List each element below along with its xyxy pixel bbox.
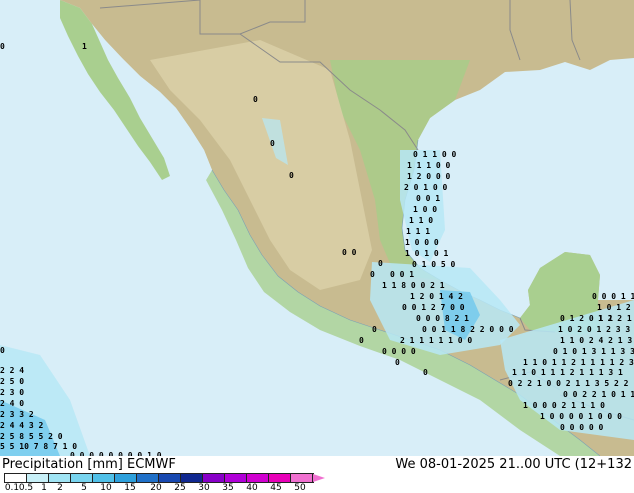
colorbar-tick-label: 2 bbox=[57, 483, 63, 493]
precip-label: 0 0 0 0 bbox=[382, 347, 416, 356]
precip-label: 2 0 1 0 0 bbox=[404, 183, 448, 192]
precip-label: 1 1 0 1 1 2 1 1 1 1 2 3 4 bbox=[523, 358, 634, 367]
colorbar-tick-label: 10 bbox=[100, 483, 112, 493]
colorbar-segment bbox=[49, 474, 71, 482]
colorbar-segment bbox=[71, 474, 93, 482]
precip-label: 1 2 0 0 0 bbox=[407, 172, 451, 181]
colorbar-segment bbox=[291, 474, 313, 482]
precip-label: 2 4 0 bbox=[0, 399, 24, 408]
precip-label: 0 bbox=[372, 325, 377, 334]
precip-label: 1 0 2 0 1 2 3 3 2 bbox=[558, 325, 634, 334]
precip-label: 0 1 0 1 3 1 1 3 3 2 bbox=[553, 347, 634, 356]
precip-label: 2 1 1 1 1 1 0 0 bbox=[400, 336, 472, 345]
precip-label: 2 3 3 2 bbox=[0, 410, 34, 419]
colorbar-tick-label: 1 bbox=[41, 483, 47, 493]
precip-label: 2 5 0 bbox=[0, 377, 24, 386]
precip-label: 0 bbox=[359, 336, 364, 345]
precip-label: 2 2 4 bbox=[0, 366, 24, 375]
precip-label: 0 bbox=[0, 42, 5, 51]
colorbar-tick-label: 0.5 bbox=[18, 483, 34, 493]
precip-label: 2 4 4 3 2 bbox=[0, 421, 44, 430]
precip-label: 1 1 0 bbox=[409, 216, 433, 225]
precip-label: 0 bbox=[253, 95, 258, 104]
precip-label: 1 2 0 1 4 2 bbox=[410, 292, 463, 301]
precip-label: 0 bbox=[370, 270, 375, 279]
precip-label: 1 1 1 bbox=[406, 227, 430, 236]
precip-label: 0 0 1 bbox=[416, 194, 440, 203]
precip-label: 0 0 1 1 8 2 2 0 0 0 bbox=[422, 325, 514, 334]
map-canvas: 0 10000 1 1 0 01 1 1 0 01 2 0 0 02 0 1 0 … bbox=[0, 0, 634, 456]
colorbar-segment bbox=[5, 474, 27, 482]
precip-label: 0 0 1 bbox=[390, 270, 414, 279]
colorbar bbox=[4, 473, 325, 483]
precip-label: 5 5 10 7 8 7 1 0 bbox=[0, 442, 77, 451]
colorbar-segment bbox=[27, 474, 49, 482]
precip-label: 1 1 0 2 4 2 1 3 2 bbox=[560, 336, 634, 345]
legend-model: ECMWF bbox=[127, 457, 176, 472]
precip-label: 0 1 0 5 0 bbox=[412, 260, 456, 269]
colorbar-tick-label: 0.1 bbox=[4, 483, 20, 493]
precip-label: 0 1 2 0 1 1 bbox=[560, 314, 613, 323]
precip-label: 0 0 2 2 1 0 1 1 bbox=[563, 390, 634, 399]
precip-label: 0 0 0 1 1 bbox=[592, 292, 634, 301]
colorbar-tick-label: 40 bbox=[246, 483, 258, 493]
colorbar-segment bbox=[269, 474, 291, 482]
colorbar-segment bbox=[115, 474, 137, 482]
precip-label: 0 bbox=[378, 259, 383, 268]
precip-label: 0 0 bbox=[342, 248, 357, 257]
legend-footer: Precipitation [mm] ECMWF We 08-01-2025 2… bbox=[0, 456, 634, 493]
colorbar-tick-label: 20 bbox=[150, 483, 162, 493]
weather-map: 010000 1 1 0 01 1 1 0 01 2 0 0 02 0 1 0 … bbox=[0, 0, 634, 456]
precip-label: 1 1 0 1 1 1 2 1 1 1 3 1 bbox=[512, 368, 623, 377]
colorbar-tick-label: 15 bbox=[124, 483, 136, 493]
precip-label: 0 2 2 1 0 0 2 1 1 3 5 2 2 bbox=[508, 379, 629, 388]
precip-label: 1 0 0 0 2 1 1 1 0 bbox=[523, 401, 605, 410]
precip-label: 0 0 0 0 0 bbox=[560, 423, 604, 432]
legend-title: Precipitation [mm] ECMWF bbox=[2, 457, 176, 472]
precip-label: 0 bbox=[423, 368, 428, 377]
precip-label: 1 1 1 0 0 bbox=[407, 161, 451, 170]
colorbar-segment bbox=[181, 474, 203, 482]
colorbar-tick-label: 30 bbox=[198, 483, 210, 493]
colorbar-segment bbox=[225, 474, 247, 482]
precip-label: 1 bbox=[82, 42, 87, 51]
colorbar-segment bbox=[137, 474, 159, 482]
legend-variable: Precipitation [mm] bbox=[2, 457, 123, 472]
colorbar-tick-label: 45 bbox=[270, 483, 282, 493]
precip-label: 0 0 1 2 7 0 0 bbox=[402, 303, 465, 312]
precip-label: 1 0 1 0 1 bbox=[405, 249, 449, 258]
precip-label: 2 5 8 5 5 2 0 bbox=[0, 432, 63, 441]
precip-label: 1 0 0 0 bbox=[405, 238, 439, 247]
valid-time: We 08-01-2025 21..00 UTC (12+132 bbox=[395, 457, 632, 472]
colorbar-segment bbox=[93, 474, 115, 482]
colorbar-tick-label: 35 bbox=[222, 483, 234, 493]
precip-label: 0 bbox=[0, 346, 5, 355]
precip-label: 1 1 8 0 0 2 1 bbox=[382, 281, 445, 290]
colorbar-tick-label: 50 bbox=[294, 483, 306, 493]
colorbar-segment bbox=[159, 474, 181, 482]
precip-label: 0 1 1 0 0 bbox=[413, 150, 457, 159]
colorbar-tick-label: 5 bbox=[81, 483, 87, 493]
colorbar-arrow bbox=[313, 474, 325, 482]
precip-label: 0 bbox=[270, 139, 275, 148]
precip-label: 1 0 0 0 0 1 0 0 0 bbox=[540, 412, 622, 421]
precip-label: 1 0 1 2 2 bbox=[597, 303, 634, 312]
colorbar-segment bbox=[203, 474, 225, 482]
precip-label: 0 bbox=[289, 171, 294, 180]
colorbar-segment bbox=[247, 474, 269, 482]
colorbar-tick-label: 25 bbox=[174, 483, 186, 493]
precip-label: 2 3 0 bbox=[0, 388, 24, 397]
precip-label: 1 0 0 bbox=[413, 205, 437, 214]
precip-label: 0 0 0 8 2 1 bbox=[416, 314, 469, 323]
precip-label: 0 bbox=[395, 358, 400, 367]
